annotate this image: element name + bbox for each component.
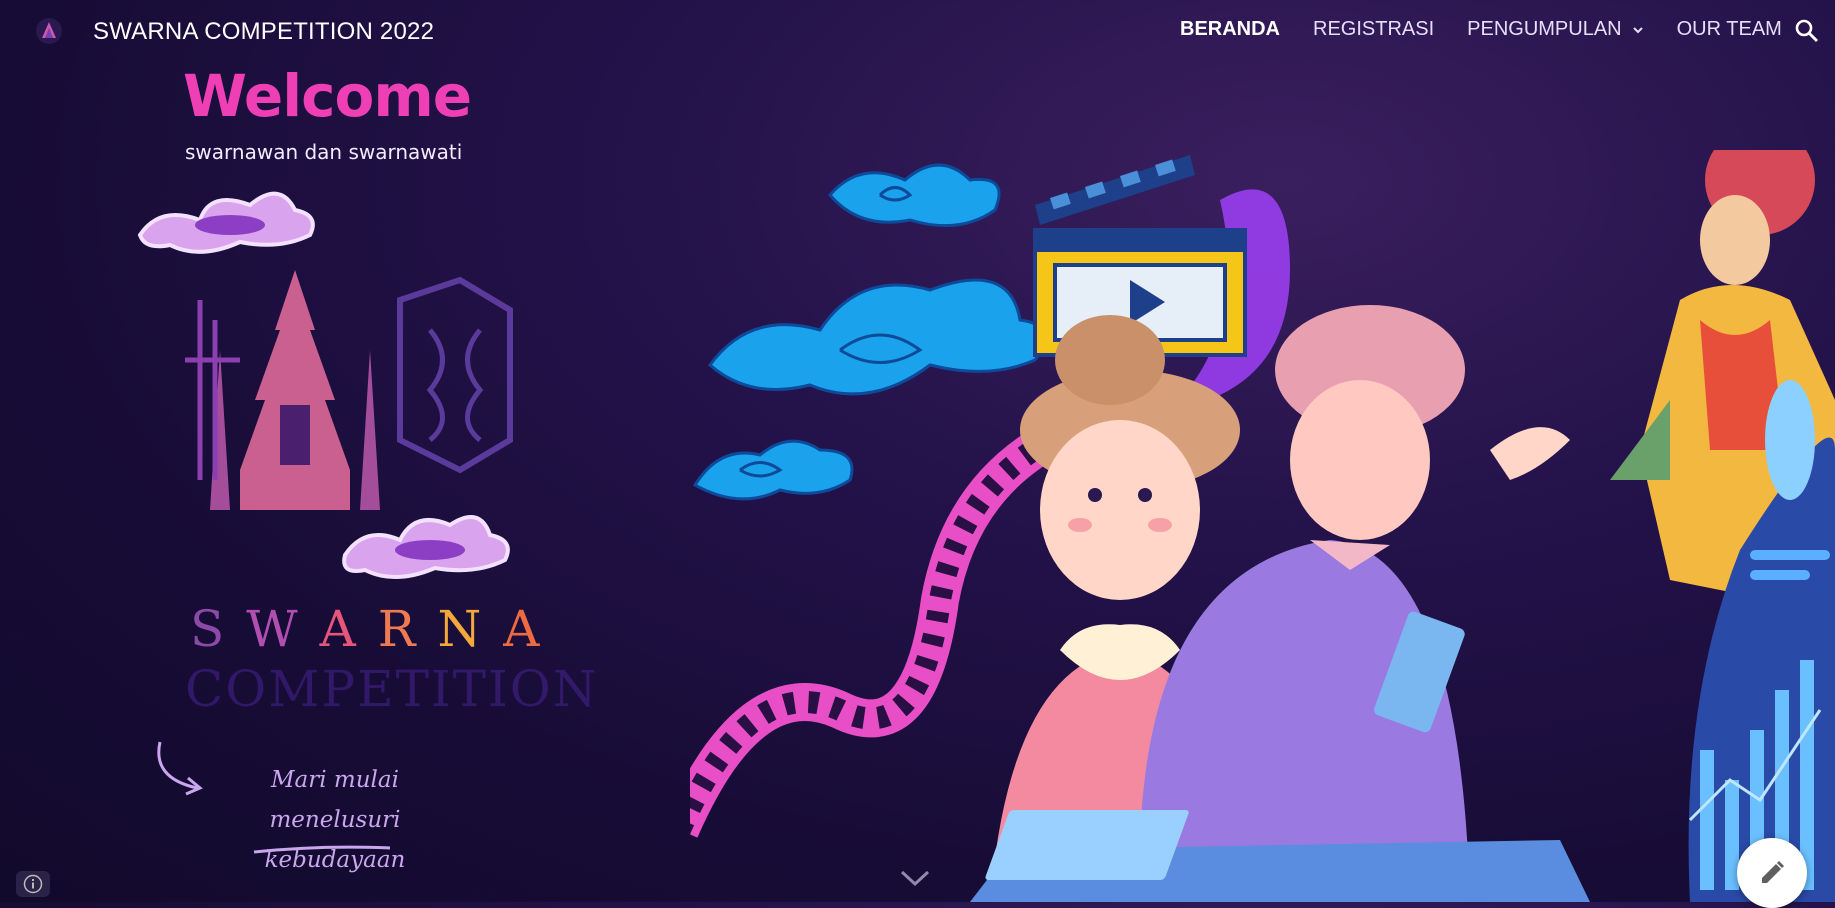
main-nav: BERANDA REGISTRASI PENGUMPULAN OUR TEAM (1180, 18, 1815, 41)
welcome-heading: Welcome (183, 62, 472, 130)
edit-button[interactable] (1737, 838, 1807, 908)
brand-wordmark: SWARNA (190, 600, 561, 658)
chevron-down-icon (1632, 26, 1643, 33)
nav-item-our-team[interactable]: OUR TEAM (1677, 18, 1782, 41)
underline-stroke (253, 845, 391, 854)
tagline: Mari mulai menelusuri kebudayaan (210, 760, 460, 880)
nav-item-label: PENGUMPULAN (1467, 18, 1622, 40)
nav-item-registrasi[interactable]: REGISTRASI (1313, 18, 1434, 41)
info-icon (23, 874, 43, 894)
search-icon[interactable] (1794, 18, 1820, 44)
top-navigation-bar: SWARNA COMPETITION 2022 BERANDA REGISTRA… (0, 0, 1835, 64)
pencil-icon (1762, 861, 1784, 883)
hero-illustration (690, 150, 1835, 902)
nav-item-beranda[interactable]: BERANDA (1180, 18, 1280, 41)
brand-letter: N (437, 600, 504, 658)
chevron-down-icon[interactable] (898, 868, 932, 890)
welcome-subtitle: swarnawan dan swarnawati (185, 140, 463, 164)
brand-letter: W (246, 600, 320, 658)
brand-letter: S (190, 600, 247, 658)
site-title[interactable]: SWARNA COMPETITION 2022 (93, 18, 434, 46)
nav-item-pengumpulan[interactable]: PENGUMPULAN (1467, 18, 1643, 41)
brand-wordmark-sub: COMPETITION (185, 660, 599, 718)
brand-letter: A (319, 600, 378, 658)
info-button[interactable] (16, 871, 50, 897)
brand-letter: A (503, 600, 562, 658)
tagline-line-1: Mari mulai menelusuri (269, 767, 401, 833)
swarna-logo-icon[interactable] (34, 16, 64, 46)
brand-letter: R (377, 600, 438, 658)
